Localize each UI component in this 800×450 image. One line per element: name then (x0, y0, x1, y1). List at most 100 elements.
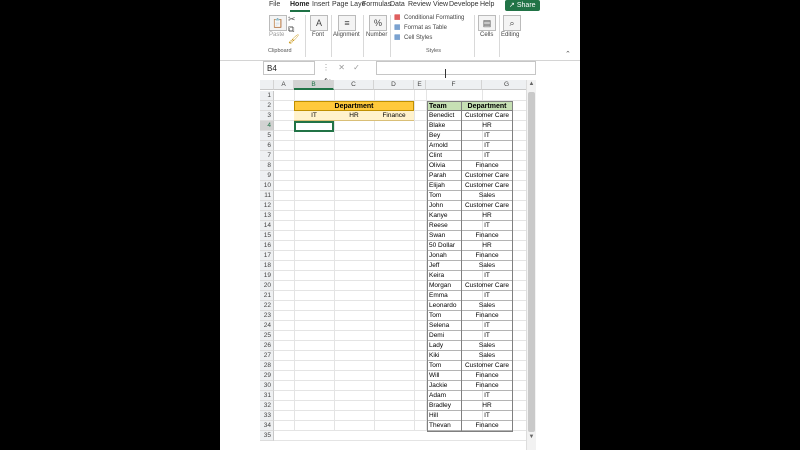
row-header-32[interactable]: 32 (260, 401, 274, 411)
tab-view[interactable]: View (433, 1, 448, 8)
enter-icon[interactable]: ✓ (353, 63, 360, 72)
column-header-d[interactable]: D (374, 80, 414, 90)
row-header-30[interactable]: 30 (260, 381, 274, 391)
divider (331, 15, 332, 57)
row-header-15[interactable]: 15 (260, 231, 274, 241)
row-header-28[interactable]: 28 (260, 361, 274, 371)
alignment-icon[interactable]: ≡ (338, 15, 356, 31)
row-header-10[interactable]: 10 (260, 181, 274, 191)
search-icon[interactable]: ⌕ (503, 15, 521, 31)
formula-input[interactable] (376, 61, 536, 75)
row-header-22[interactable]: 22 (260, 301, 274, 311)
paste-icon[interactable]: 📋 (269, 15, 287, 31)
row-header-1[interactable]: 1 (260, 91, 274, 101)
row-header-19[interactable]: 19 (260, 271, 274, 281)
formula-controls: ⋮ ✕ ✓ fx (318, 61, 373, 86)
cancel-icon[interactable]: ✕ (338, 63, 345, 72)
select-all-corner[interactable] (260, 80, 274, 90)
row-header-20[interactable]: 20 (260, 281, 274, 291)
row-header-17[interactable]: 17 (260, 251, 274, 261)
cells-label[interactable]: Cells (480, 32, 493, 38)
format-as-table-icon: ▦ (394, 24, 401, 31)
table-column-divider (461, 101, 462, 431)
cells-icon[interactable]: ▤ (478, 15, 496, 31)
scroll-thumb[interactable] (528, 92, 535, 432)
department-option-cell[interactable]: Finance (374, 111, 414, 121)
row-header-31[interactable]: 31 (260, 391, 274, 401)
row-header-3[interactable]: 3 (260, 111, 274, 121)
conditional-formatting-icon: ▦ (394, 14, 401, 21)
row-header-13[interactable]: 13 (260, 211, 274, 221)
format-painter-icon[interactable]: 🖌 (288, 34, 299, 45)
scroll-down-icon[interactable]: ▼ (527, 434, 536, 440)
more-icon: ⋮ (322, 63, 330, 72)
row-header-35[interactable]: 35 (260, 431, 274, 441)
row-header-16[interactable]: 16 (260, 241, 274, 251)
row-header-2[interactable]: 2 (260, 101, 274, 111)
gridline (274, 440, 530, 441)
excel-window: File Home Insert Page Layo Formulas Data Revie… (220, 0, 580, 450)
font-label[interactable]: Font (312, 32, 324, 38)
column-header-b[interactable]: B (294, 80, 334, 90)
collapse-ribbon-icon[interactable]: ⌃ (565, 50, 571, 58)
row-header-25[interactable]: 25 (260, 331, 274, 341)
row-header-27[interactable]: 27 (260, 351, 274, 361)
share-button[interactable]: ↗ Share (505, 0, 540, 11)
group-clipboard: Clipboard (268, 48, 292, 54)
column-header-f[interactable]: F (426, 80, 482, 90)
number-format-icon[interactable]: % (369, 15, 387, 31)
row-header-33[interactable]: 33 (260, 411, 274, 421)
row-header-11[interactable]: 11 (260, 191, 274, 201)
row-header-34[interactable]: 34 (260, 421, 274, 431)
row-header-23[interactable]: 23 (260, 311, 274, 321)
table-border (427, 101, 513, 432)
column-header-c[interactable]: C (334, 80, 374, 90)
row-header-5[interactable]: 5 (260, 131, 274, 141)
tab-insert[interactable]: Insert (312, 1, 330, 8)
row-header-9[interactable]: 9 (260, 171, 274, 181)
row-header-7[interactable]: 7 (260, 151, 274, 161)
row-header-29[interactable]: 29 (260, 371, 274, 381)
worksheet-grid[interactable]: A B C D E F G 1 2 3 4 5 6 7 8 9 10 11 12 13 14 15 16 17 18 19 20 21… (260, 80, 536, 450)
department-option-cell[interactable]: IT (294, 111, 334, 121)
cell-styles-button[interactable]: Cell Styles (404, 35, 432, 41)
row-header-4[interactable]: 4 (260, 121, 274, 131)
alignment-label[interactable]: Alignment (333, 32, 360, 38)
row-header-6[interactable]: 6 (260, 141, 274, 151)
row-header-24[interactable]: 24 (260, 321, 274, 331)
group-styles: Styles (426, 48, 441, 54)
row-header-21[interactable]: 21 (260, 291, 274, 301)
department-header[interactable]: Department (294, 101, 414, 111)
tab-file[interactable]: File (269, 1, 280, 8)
tab-data[interactable]: Data (390, 1, 405, 8)
divider (363, 15, 364, 57)
tab-home[interactable]: Home (290, 1, 309, 8)
row-header-18[interactable]: 18 (260, 261, 274, 271)
tab-develope[interactable]: Develope (449, 1, 479, 8)
divider (499, 15, 500, 57)
column-header-e[interactable]: E (414, 80, 426, 90)
conditional-formatting-button[interactable]: Conditional Formatting (404, 15, 464, 21)
vertical-scrollbar[interactable]: ▲ ▼ (526, 80, 536, 450)
editing-label[interactable]: Editing (501, 32, 519, 38)
name-box[interactable]: B4 (263, 61, 315, 75)
tab-review[interactable]: Review (408, 1, 431, 8)
tab-formulas[interactable]: Formulas (362, 1, 391, 8)
scroll-up-icon[interactable]: ▲ (527, 81, 536, 87)
font-icon[interactable]: A (310, 15, 328, 31)
number-label[interactable]: Number (366, 32, 387, 38)
row-header-14[interactable]: 14 (260, 221, 274, 231)
format-as-table-button[interactable]: Format as Table (404, 25, 447, 31)
tab-help[interactable]: Help (480, 1, 494, 8)
row-header-26[interactable]: 26 (260, 341, 274, 351)
active-cell-b4[interactable] (294, 121, 334, 132)
department-option-cell[interactable]: HR (334, 111, 374, 121)
left-black-margin (0, 0, 220, 450)
row-header-12[interactable]: 12 (260, 201, 274, 211)
row-header-8[interactable]: 8 (260, 161, 274, 171)
tab-page-layo[interactable]: Page Layo (332, 1, 365, 8)
column-header-g[interactable]: G (482, 80, 532, 90)
paste-label: Paste (269, 32, 285, 38)
formula-bar: B4 ⋮ ✕ ✓ fx (260, 61, 536, 86)
column-header-a[interactable]: A (274, 80, 294, 90)
